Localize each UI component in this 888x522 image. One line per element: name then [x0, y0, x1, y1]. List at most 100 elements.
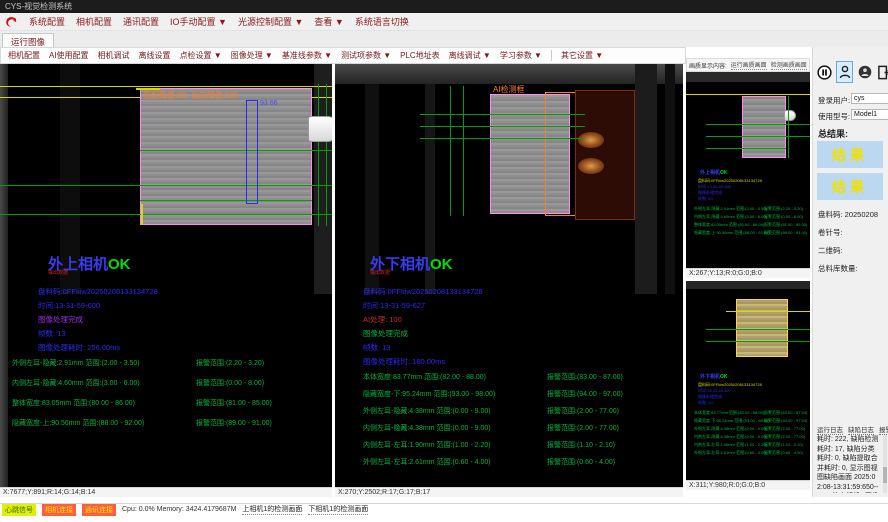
- machine-band: [686, 72, 810, 82]
- menu-light-control-config[interactable]: 光源控制配置 ▼: [238, 15, 303, 28]
- measure-line-green: [140, 150, 332, 151]
- weld-blob: [578, 158, 604, 174]
- measurement-alarm: 报警范围:(81.00 - 85.00): [196, 398, 272, 408]
- tool-learn-params[interactable]: 学习参数 ▼: [500, 50, 542, 61]
- mini-measure: 报警范围:(1.10 - 2.10): [764, 442, 803, 448]
- model-field[interactable]: Model1: [851, 109, 888, 120]
- threshold-overlay-text: 匹配阈值:93, 当前阈值:100: [143, 90, 238, 101]
- preview-tab-detect[interactable]: 检测画质画面: [771, 60, 807, 70]
- mini-measure: 报警范围:(2.00 - 77.00): [764, 434, 805, 440]
- measurement-value: 内侧左耳-隐藏:4.38mm 范围:(0.00 - 9.00): [363, 423, 491, 433]
- control-button-row: [816, 61, 888, 83]
- preview-tab-run[interactable]: 运行画质画面: [731, 60, 767, 70]
- measurement-value: 内侧左耳-左耳:1.90mm 范围:(1.00 - 2.20): [363, 440, 491, 450]
- measurement-alarm: 报警范围:(83.00 - 87.00): [547, 372, 623, 382]
- login-user-field[interactable]: cys: [851, 93, 888, 104]
- bottom-camera-view-link[interactable]: 下相机1的检测画面: [308, 504, 368, 515]
- tool-plc-address-table[interactable]: PLC地址表: [400, 50, 440, 61]
- tool-spot-check-setting[interactable]: 点检设置 ▼: [180, 50, 222, 61]
- baseline-yellow: [0, 97, 140, 98]
- mini-measure: 内侧左耳-隐藏:4.60mm 范围:(3.00 - 6.00): [694, 214, 767, 220]
- tool-ai-use-config[interactable]: AI使用配置: [49, 50, 89, 61]
- measure-line-green: [140, 200, 312, 201]
- menu-view[interactable]: 查看 ▼: [314, 15, 343, 28]
- barcode-line: 盘料码:0FFIiiw20250208133134728: [38, 286, 158, 297]
- user-login-button[interactable]: [836, 61, 853, 83]
- output-sub-label: 输出数据: [370, 269, 390, 276]
- machine-band: [335, 64, 683, 84]
- ok-status: OK: [430, 256, 453, 273]
- baseline-yellow: [686, 94, 810, 95]
- window-title: CYS-视觉检测系统: [5, 2, 72, 11]
- mini-measure: 报警范围:(83.00 - 87.00): [764, 410, 807, 416]
- camera-connect-badge: 相机连接: [42, 504, 76, 516]
- mid-view-coords: X:270;Y:2502;R:17;G:17;B:17: [338, 489, 430, 496]
- menu-language-switch[interactable]: 系统语言切换: [355, 15, 409, 28]
- log-tab-alarm[interactable]: 报警日志: [879, 424, 888, 435]
- mini-measure: 隐藏宽度-上:90.56mm 范围:(88.00 - 92.00): [694, 230, 770, 236]
- tool-other-setting[interactable]: 其它设置 ▼: [561, 50, 603, 61]
- tool-image-process[interactable]: 图像处理 ▼: [231, 50, 273, 61]
- measure-line-green: [0, 185, 332, 186]
- mini-measure: 报警范围:(0.60 - 4.00): [764, 450, 803, 456]
- measure-rect-blue: [246, 100, 258, 204]
- comm-connect-badge: 通讯连接: [82, 504, 116, 516]
- result-box-2: 结果: [817, 173, 883, 200]
- top-camera-view-link[interactable]: 上相机1的检测画面: [242, 504, 302, 515]
- exit-button[interactable]: [876, 61, 888, 83]
- toolbar-separator: [551, 50, 552, 61]
- machine-band: [314, 64, 332, 294]
- menu-io-manual-config[interactable]: IO手动配置 ▼: [170, 15, 227, 28]
- tab-run-image[interactable]: 运行图像: [2, 33, 54, 47]
- bottom-preview-view[interactable]: 外下相机OK 盘料码:0FFIiiw20250208133134728 时间:1…: [686, 281, 810, 480]
- mini-result-title: 外上相机OK: [700, 169, 728, 176]
- log-tab-run[interactable]: 运行日志: [817, 424, 843, 435]
- mid-camera-view[interactable]: AI检测框 外下相机OK 输出数据 盘料码:0FFIiiw20250208133…: [335, 64, 683, 487]
- stock-quantity-label: 总料库数量:: [818, 263, 858, 274]
- marker-yellow: [726, 311, 810, 312]
- menu-camera-config[interactable]: 相机配置: [76, 15, 112, 28]
- measure-line-green: [318, 84, 319, 226]
- time-line: 时间:13-31-59-627: [363, 300, 425, 311]
- preview-header: 画质显示内容: 运行画质画面 检测画质画面: [686, 58, 810, 72]
- top-preview-view[interactable]: 外上相机OK 盘料码:0FFIiiw20250208133134728 时间:1…: [686, 72, 810, 268]
- tool-offline-debug[interactable]: 离线调试 ▼: [449, 50, 491, 61]
- measure-line-green: [706, 341, 810, 342]
- menu-system-config[interactable]: 系统配置: [29, 15, 65, 28]
- menu-comm-config[interactable]: 通讯配置: [123, 15, 159, 28]
- log-tab-defect[interactable]: 缺陷日志: [848, 424, 874, 435]
- weld-blob: [578, 132, 604, 148]
- mini-measure: 本体宽度:83.77mm 范围:(82.00 - 88.00): [694, 410, 764, 416]
- process-done-line: 图像处理完成: [38, 314, 83, 325]
- mini-measure: 报警范围:(2.00 - 77.00): [764, 426, 805, 432]
- mini-measure: 内侧左耳-隐藏:4.38mm 范围:(0.00 - 9.00): [694, 434, 767, 440]
- tool-camera-config[interactable]: 相机配置: [8, 50, 40, 61]
- measure-line-green: [450, 86, 451, 216]
- left-camera-view[interactable]: 匹配阈值:93, 当前阈值:100 93.66 外上相机OK 输出数据 盘料码:…: [0, 64, 332, 487]
- login-user-label: 登录用户:: [818, 95, 850, 106]
- log-scrollbar[interactable]: [883, 435, 887, 493]
- machine-band: [686, 281, 810, 289]
- user-settings-button[interactable]: [856, 61, 873, 83]
- mini-frames-line: 帧数: 13: [698, 196, 713, 202]
- tool-camera-debug[interactable]: 相机调试: [98, 50, 130, 61]
- mini-measure: 报警范围:(81.00 - 85.00): [764, 222, 807, 228]
- camera-name: 外上相机: [700, 170, 720, 176]
- measurement-alarm: 报警范围:(2.20 - 3.20): [196, 358, 264, 368]
- tool-baseline-params[interactable]: 基准线参数 ▼: [282, 50, 332, 61]
- measure-line-green: [0, 214, 332, 215]
- ok-status: OK: [720, 170, 728, 176]
- top-preview-coords: X:267;Y:13;R:0;G:0;B:0: [689, 270, 762, 277]
- pause-button[interactable]: [816, 61, 833, 83]
- left-view-coordbar: X:7677;Y:891;R:14;G:14;B:14: [0, 487, 332, 497]
- measure-line-green: [706, 329, 810, 330]
- measurement-value: 隐藏宽度-下:95.24mm 范围:(93.00 - 98.00): [363, 389, 495, 399]
- tool-test-item-params[interactable]: 测试项参数 ▼: [341, 50, 391, 61]
- mini-measure: 报警范围:(89.00 - 91.00): [764, 230, 807, 236]
- measure-line-green: [420, 126, 585, 127]
- tool-offline-setting[interactable]: 离线设置: [139, 50, 171, 61]
- log-scrollbar-thumb[interactable]: [883, 467, 887, 483]
- detected-part-mini: [736, 299, 788, 357]
- menu-bar: 系统配置 相机配置 通讯配置 IO手动配置 ▼ 光源控制配置 ▼ 查看 ▼ 系统…: [0, 13, 888, 31]
- measurement-value: 外侧左耳-隐藏:2.91mm 范围:(2.00 - 3.50): [12, 358, 140, 368]
